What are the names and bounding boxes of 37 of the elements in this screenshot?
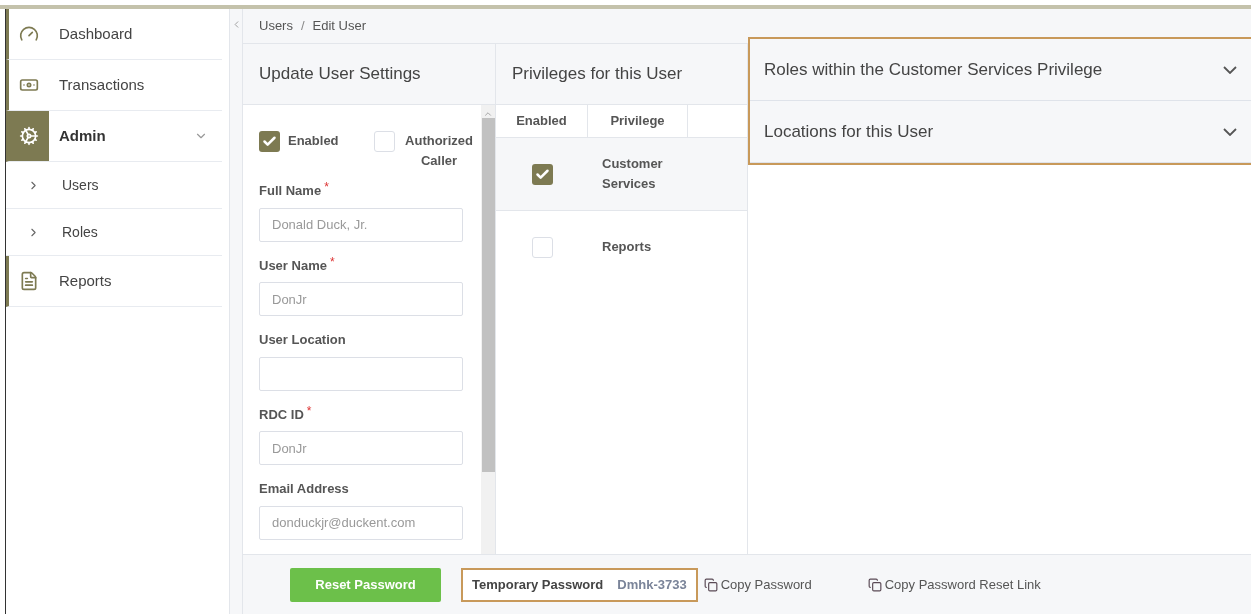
panel-title: Privileges for this User: [512, 63, 683, 86]
checkbox-label: Enabled: [288, 132, 340, 150]
sidebar-label: Roles: [62, 222, 98, 242]
sidebar-item[interactable]: Transactions: [6, 60, 222, 111]
field-label: Full Name: [259, 182, 322, 200]
sidebar-label: Admin: [59, 125, 107, 146]
temporary-password-value: Dmhk-3733: [617, 575, 687, 594]
required-mark: *: [324, 181, 329, 193]
breadcrumb-separator: /: [300, 17, 305, 36]
temporary-password-label: Temporary Password: [472, 575, 604, 594]
sidebar-label: Dashboard: [59, 23, 134, 44]
privilege-row[interactable]: Customer Services: [496, 138, 747, 211]
privilege-name: Customer Services: [602, 155, 664, 193]
column-header: Privilege: [588, 105, 688, 137]
panel-title: Update User Settings: [259, 63, 421, 86]
accordion-title: Locations for this User: [764, 120, 934, 143]
field-label: User Name: [259, 256, 327, 275]
field-label: User Location: [259, 331, 346, 349]
sidebar-item[interactable]: Admin: [6, 111, 222, 162]
breadcrumb-link[interactable]: Edit User: [312, 16, 367, 36]
copy-link[interactable]: Copy Password Reset Link: [867, 574, 1041, 595]
sidebar-label: Users: [62, 175, 99, 195]
sidebar-label: Reports: [59, 270, 113, 291]
sidebar-item[interactable]: Dashboard: [6, 9, 222, 60]
copy-link[interactable]: Copy Password: [703, 574, 812, 595]
sidebar-item[interactable]: Reports: [6, 256, 222, 307]
column-header: Enabled: [496, 105, 588, 137]
privilege-name: Reports: [602, 238, 653, 256]
field-label: Email Address: [259, 480, 349, 498]
checkbox-label: Authorized Caller: [404, 132, 474, 170]
field-label: RDC ID: [259, 405, 304, 424]
accordion-title: Roles within the Customer Services Privilege: [764, 58, 1103, 81]
required-mark: *: [329, 255, 335, 268]
breadcrumb-link[interactable]: Users: [259, 16, 293, 36]
accordion-header[interactable]: Locations for this User: [750, 101, 1251, 163]
required-mark: *: [306, 404, 312, 417]
sidebar-label: Transactions: [59, 74, 146, 95]
